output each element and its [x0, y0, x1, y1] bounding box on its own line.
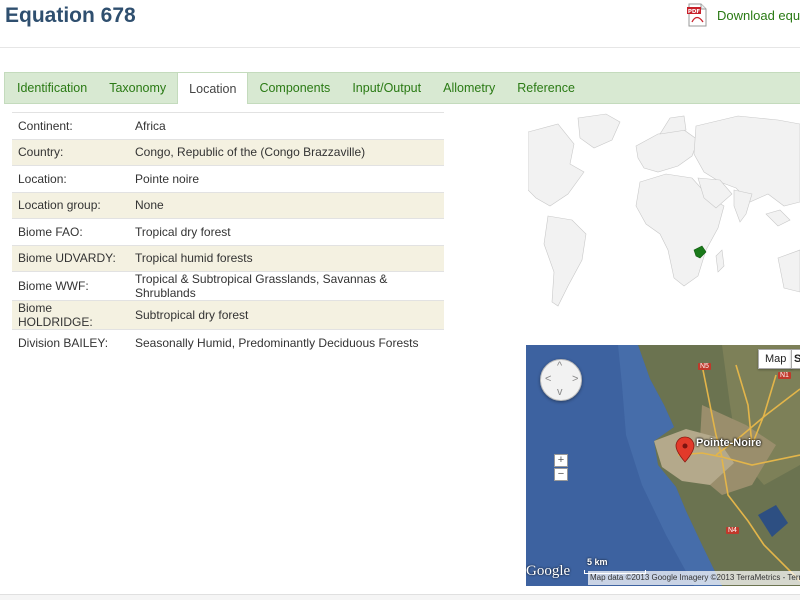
pdf-icon: PDF [687, 3, 707, 27]
download-pdf-link[interactable]: PDF Download equation in PDF [686, 2, 800, 28]
row-label: Biome WWF: [12, 271, 129, 301]
landmass [577, 113, 621, 149]
row-label: Biome HOLDRIDGE: [12, 300, 129, 330]
row-label: Biome FAO: [12, 218, 129, 245]
table-row: Biome WWF: Tropical & Subtropical Grassl… [12, 271, 444, 301]
tab-location[interactable]: Location [177, 73, 249, 104]
landmass [528, 123, 585, 207]
map-attribution: Map data ©2013 Google Imagery ©2013 Terr… [588, 571, 800, 585]
landmass [733, 189, 753, 223]
row-value: Tropical dry forest [129, 218, 444, 245]
location-table: Continent: Africa Country: Congo, Republ… [12, 112, 444, 356]
landmass [543, 215, 587, 307]
row-label: Division BAILEY: [12, 329, 129, 356]
row-value: Subtropical dry forest [129, 300, 444, 330]
pan-control[interactable]: ^ < > v [540, 359, 582, 401]
table-row: Biome HOLDRIDGE: Subtropical dry forest [12, 300, 444, 330]
location-map[interactable]: Map S ^ < > v + − Pointe-Noire N5 N1 N4 … [526, 345, 800, 586]
road-label: N5 [698, 363, 711, 370]
row-value: Tropical & Subtropical Grasslands, Savan… [129, 271, 444, 301]
map-type-satellite-button[interactable]: S [791, 349, 800, 369]
row-value: Africa [129, 112, 444, 139]
scale-label: 5 km [587, 557, 608, 567]
landmass [765, 209, 791, 227]
tab-reference[interactable]: Reference [506, 73, 586, 103]
svg-text:PDF: PDF [688, 9, 701, 15]
tab-identification[interactable]: Identification [6, 73, 98, 103]
row-value: Congo, Republic of the (Congo Brazzavill… [129, 138, 444, 166]
row-value: None [129, 191, 444, 219]
road-label: N1 [778, 372, 791, 379]
table-row: Location: Pointe noire [12, 165, 444, 192]
pan-left-icon[interactable]: < [545, 373, 551, 385]
google-logo[interactable]: Google [526, 563, 570, 580]
table-row: Biome UDVARDY: Tropical humid forests [12, 244, 444, 272]
tab-components[interactable]: Components [248, 73, 341, 103]
landmass [635, 129, 699, 173]
world-map [528, 113, 800, 307]
tab-input-output[interactable]: Input/Output [341, 73, 432, 103]
table-row: Country: Congo, Republic of the (Congo B… [12, 138, 444, 166]
row-value: Pointe noire [129, 165, 444, 192]
row-label: Country: [12, 138, 129, 166]
map-type-map-button[interactable]: Map [758, 349, 792, 369]
row-value: Tropical humid forests [129, 244, 444, 272]
row-label: Biome UDVARDY: [12, 244, 129, 272]
table-row: Location group: None [12, 191, 444, 219]
row-label: Location: [12, 165, 129, 192]
row-value: Seasonally Humid, Predominantly Deciduou… [129, 329, 444, 356]
table-row: Continent: Africa [12, 112, 444, 139]
zoom-out-button[interactable]: − [554, 468, 568, 481]
pan-down-icon[interactable]: v [557, 386, 563, 398]
row-label: Location group: [12, 191, 129, 219]
footer-band [0, 595, 800, 600]
table-row: Division BAILEY: Seasonally Humid, Predo… [12, 329, 444, 356]
landmass [715, 249, 725, 273]
zoom-in-button[interactable]: + [554, 454, 568, 467]
landmass [777, 249, 800, 293]
tab-taxonomy[interactable]: Taxonomy [98, 73, 177, 103]
tab-bar: Identification Taxonomy Location Compone… [4, 72, 800, 104]
road-label: N4 [726, 527, 739, 534]
page-title: Equation 678 [5, 4, 136, 27]
tab-allometry[interactable]: Allometry [432, 73, 506, 103]
city-label: Pointe-Noire [696, 437, 762, 449]
pan-up-icon[interactable]: ^ [557, 360, 562, 372]
pan-right-icon[interactable]: > [572, 373, 578, 385]
row-label: Continent: [12, 112, 129, 139]
download-link-label[interactable]: Download equation in PDF [717, 8, 800, 23]
table-row: Biome FAO: Tropical dry forest [12, 218, 444, 245]
header-divider [0, 47, 800, 48]
